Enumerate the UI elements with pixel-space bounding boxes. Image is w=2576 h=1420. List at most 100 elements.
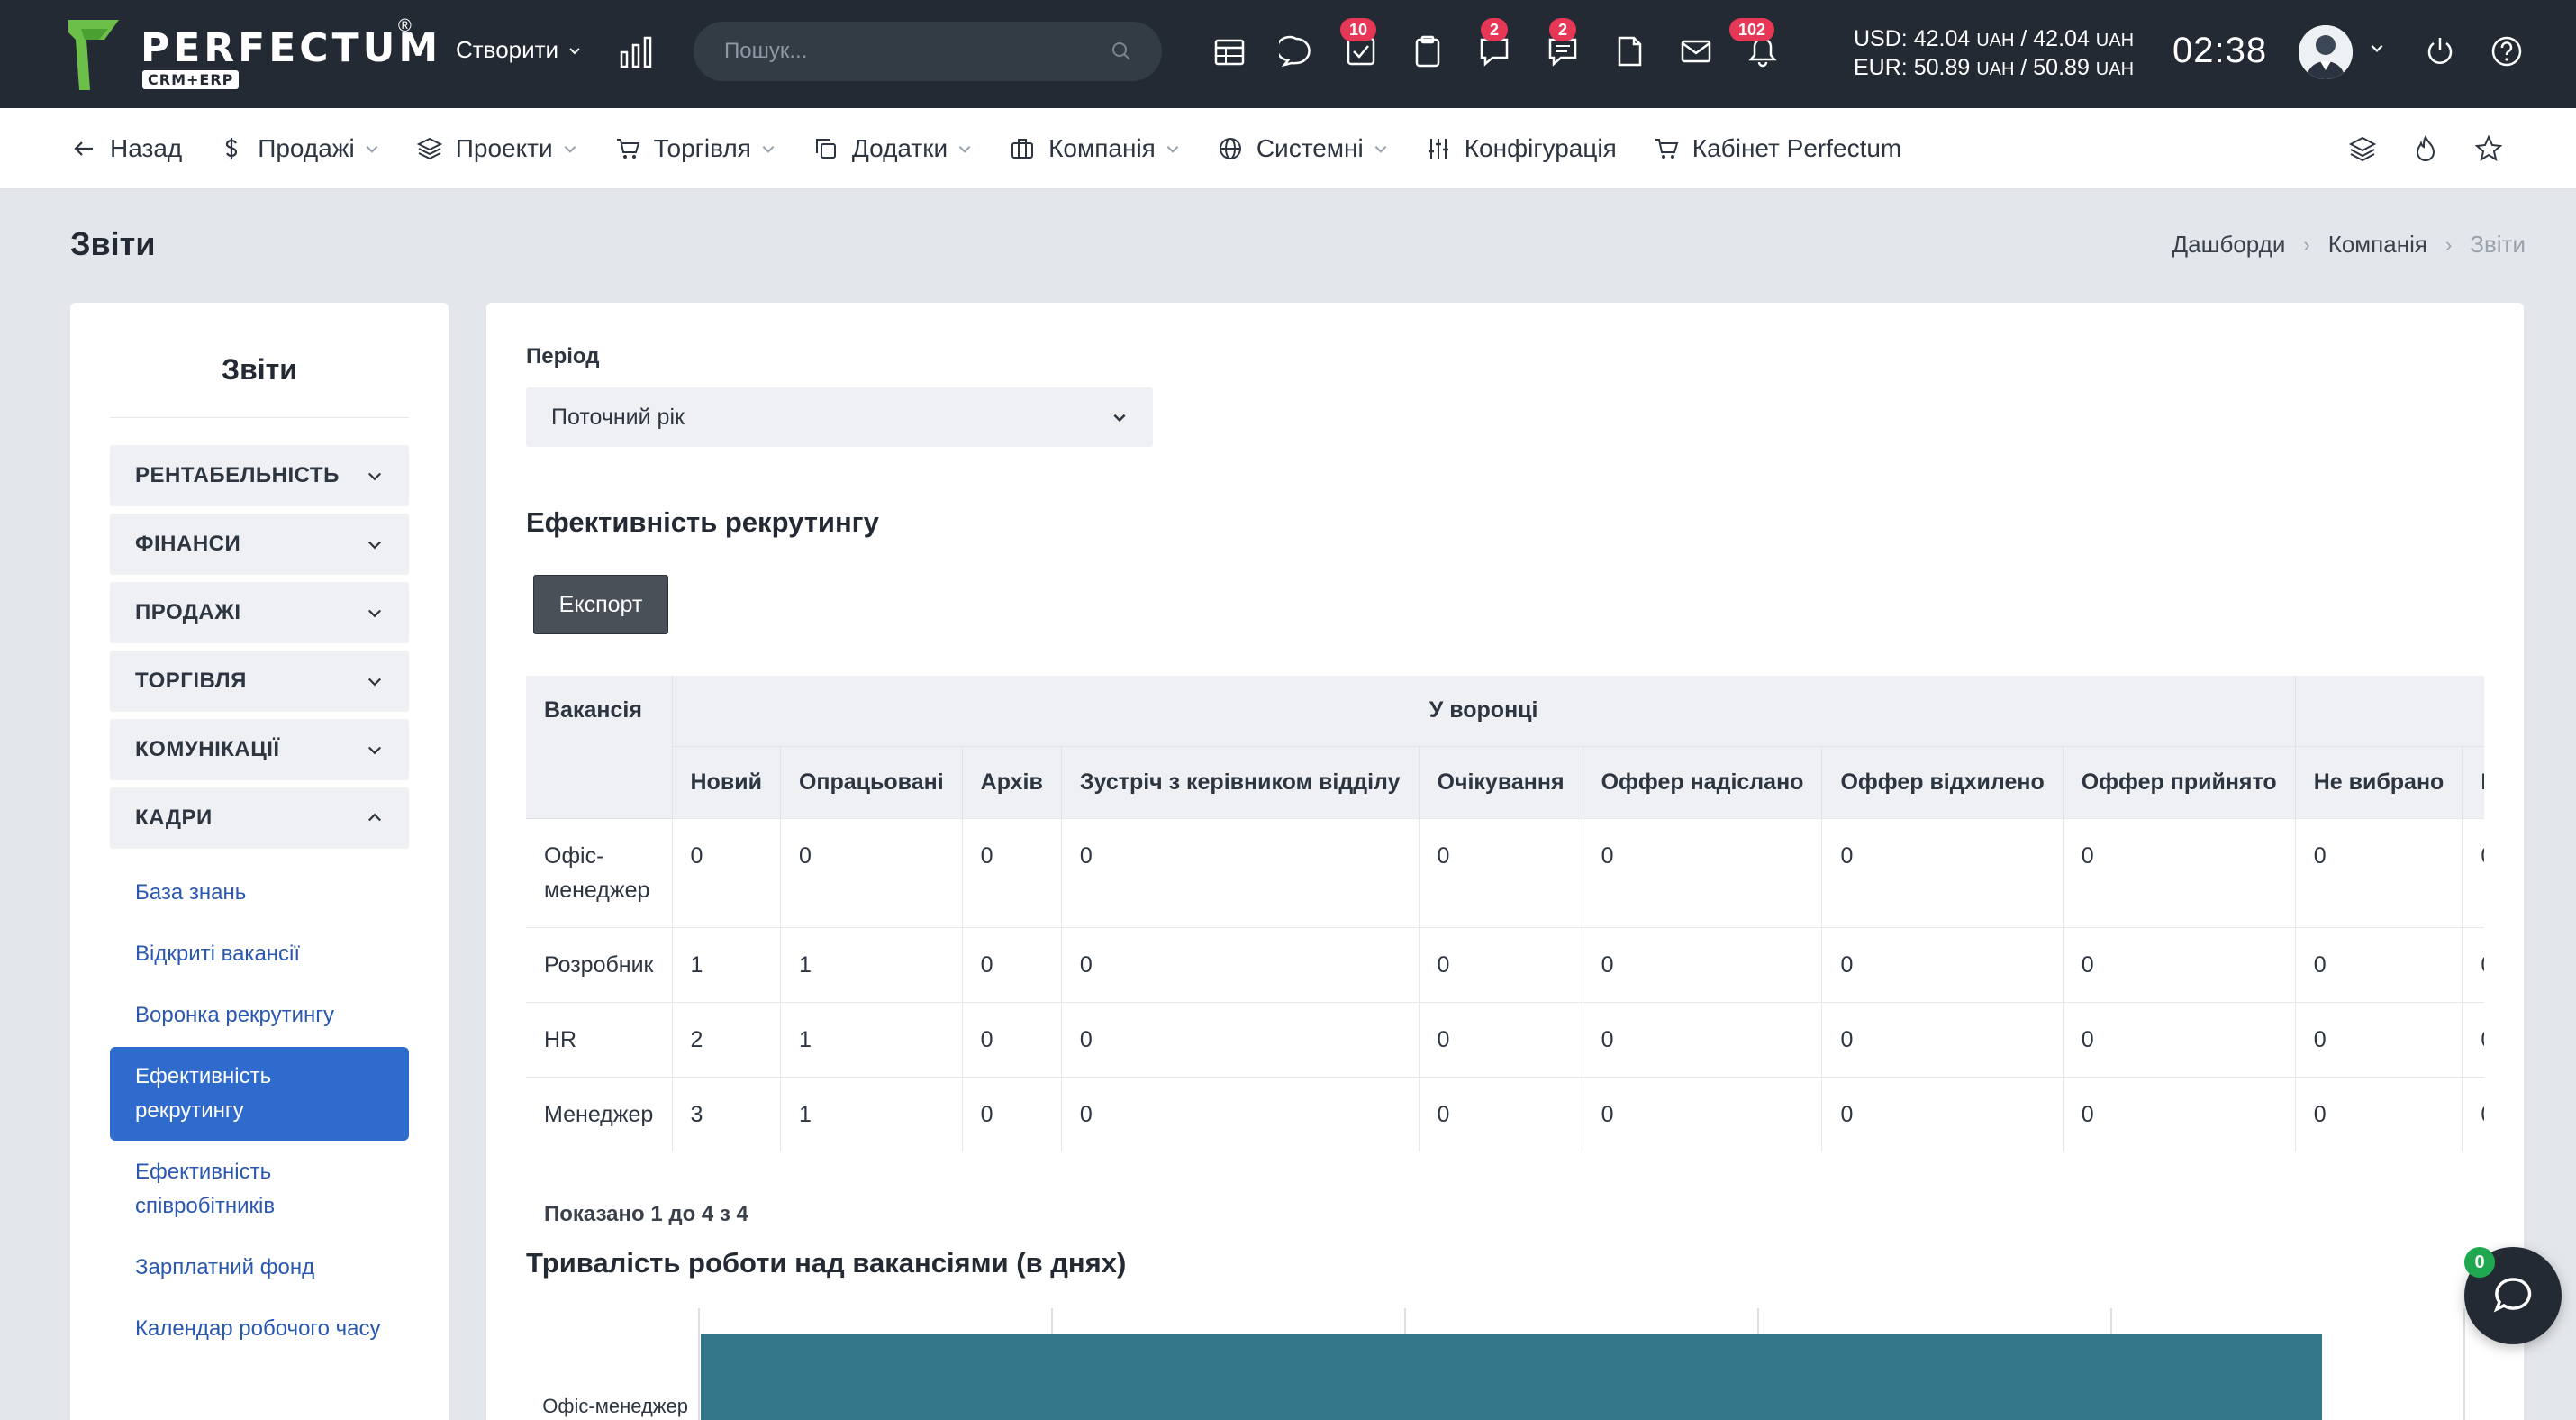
breadcrumb-current: Звіти: [2470, 231, 2526, 258]
col-archive[interactable]: Архів: [962, 746, 1062, 818]
briefcase-icon: [1011, 138, 1034, 159]
nav-config[interactable]: Конфігурація: [1425, 134, 1617, 163]
period-select-value: Поточний рік: [551, 404, 685, 430]
discussion-button[interactable]: 2: [1477, 18, 1513, 70]
chart-bar[interactable]: [701, 1334, 2322, 1420]
sidebar-link-knowledge-base[interactable]: База знань: [110, 863, 409, 923]
col-waiting[interactable]: Очікування: [1419, 746, 1583, 818]
clipboard-button[interactable]: [1410, 34, 1447, 70]
col-vacancy[interactable]: Вакансія: [526, 676, 673, 819]
messages-button[interactable]: 2: [1546, 18, 1582, 70]
nav-company[interactable]: Компанія: [1009, 134, 1181, 163]
cell-count: 0: [1419, 817, 1583, 927]
sidebar-group-label: КАДРИ: [135, 806, 213, 830]
sidebar-group-communications[interactable]: КОМУНІКАЦІЇ: [110, 719, 409, 780]
cell-count: 0: [1583, 1001, 1823, 1077]
calendar-table-button[interactable]: [1212, 34, 1248, 70]
sidebar-group-label: ПРОДАЖІ: [135, 600, 241, 624]
table-row: Офіс-менеджер0000000000: [526, 817, 2484, 927]
col-offer-rejected[interactable]: Оффер відхилено: [1821, 746, 2064, 818]
nav-projects[interactable]: Проекти: [416, 134, 578, 163]
sidebar-link-payroll[interactable]: Зарплатний фонд: [110, 1238, 409, 1297]
chevron-down-icon: [366, 145, 378, 153]
sidebar-group-trade[interactable]: ТОРГІВЛЯ: [110, 651, 409, 712]
cell-count: 0: [1419, 1001, 1583, 1077]
avatar[interactable]: [2299, 25, 2353, 79]
chevron-down-icon[interactable]: [2369, 40, 2385, 56]
cell-vacancy-name: HR: [526, 1001, 673, 1077]
create-button[interactable]: Створити: [456, 36, 582, 64]
cell-count: 0: [1061, 926, 1420, 1002]
sidebar-group-sales[interactable]: ПРОДАЖІ: [110, 582, 409, 643]
layers-icon[interactable]: [2347, 133, 2378, 164]
nav-addons[interactable]: Додатки: [812, 134, 973, 163]
col-not-selected[interactable]: Не вибрано: [2295, 746, 2463, 818]
export-button[interactable]: Експорт: [533, 575, 668, 634]
col-new[interactable]: Новий: [672, 746, 781, 818]
search-box: [694, 22, 1162, 81]
logo-reg: ®: [398, 16, 412, 36]
sidebar-link-open-vacancies[interactable]: Відкриті вакансії: [110, 924, 409, 984]
sidebar-link-work-calendar[interactable]: Календар робочого часу: [110, 1299, 409, 1359]
search-icon[interactable]: [1111, 41, 1131, 61]
tasks-button[interactable]: 10: [1340, 18, 1380, 70]
document-icon: [1618, 36, 1642, 67]
logo[interactable]: PERFECTUM ® CRM+ERP: [68, 16, 438, 92]
tasks-badge: 10: [1340, 18, 1377, 41]
nav-cabinet[interactable]: Кабінет Perfectum: [1653, 134, 1901, 163]
cell-count: 0: [1061, 1076, 1420, 1151]
cell-count: 0: [1583, 817, 1823, 927]
sidebar-group-finance[interactable]: ФІНАНСИ: [110, 514, 409, 575]
cell-vacancy-name: Менеджер: [526, 1076, 673, 1151]
search-input[interactable]: [724, 39, 1111, 64]
col-processed[interactable]: Опрацьовані: [780, 746, 963, 818]
notifications-badge: 102: [1729, 18, 1775, 41]
notifications-button[interactable]: 102: [1729, 18, 1782, 70]
mail-icon: [1681, 40, 1711, 63]
logout-button[interactable]: [2423, 34, 2459, 70]
chart-category-label: Офіс-менеджер: [542, 1395, 688, 1417]
nav-system-label: Системні: [1256, 133, 1364, 162]
chevron-down-icon: [367, 678, 382, 687]
reports-chart-button[interactable]: [618, 36, 654, 68]
help-circle-icon: [2491, 36, 2522, 67]
sidebar-link-recruiting-efficiency[interactable]: Ефективність рекрутингу: [110, 1047, 409, 1141]
breadcrumb-company[interactable]: Компанія: [2328, 231, 2427, 259]
nav-sales[interactable]: Продажі: [218, 134, 380, 163]
sidebar-group-label: РЕНТАБЕЛЬНІСТЬ: [135, 463, 340, 487]
cell-count: 0: [1061, 1001, 1420, 1077]
col-meeting[interactable]: Зустріч з керівником відділу: [1061, 746, 1420, 818]
pagination-info: Показано 1 до 4 з 4: [544, 1202, 748, 1226]
col-offer-sent[interactable]: Оффер надіслано: [1583, 746, 1823, 818]
col-offer-accepted[interactable]: Оффер прийнято: [2063, 746, 2296, 818]
nav-sales-label: Продажі: [258, 133, 355, 162]
sidebar-group-hr[interactable]: КАДРИ: [110, 787, 409, 849]
sidebar-menu: РЕНТАБЕЛЬНІСТЬ ФІНАНСИ ПРОДАЖІ ТОРГІВЛЯ …: [70, 418, 449, 1359]
sidebar-link-employee-efficiency[interactable]: Ефективність співробітників: [110, 1142, 409, 1236]
table-body: Офіс-менеджер0000000000Розробник11000000…: [526, 817, 2484, 1151]
top-bar: PERFECTUM ® CRM+ERP Створити 10 2 2: [0, 0, 2576, 108]
table-subheader-row: Новий Опрацьовані Архів Зустріч з керівн…: [526, 746, 2484, 818]
breadcrumb-dashboards[interactable]: Дашборди: [2172, 231, 2286, 259]
copy-icon: [815, 138, 836, 159]
cell-count: 0: [2295, 1076, 2463, 1151]
nav-back[interactable]: Назад: [70, 134, 182, 163]
star-icon[interactable]: [2473, 133, 2504, 164]
nav-system[interactable]: Системні: [1217, 134, 1389, 163]
breadcrumb-separator: ›: [2303, 232, 2310, 256]
nav-trade[interactable]: Торгівля: [614, 134, 776, 163]
cell-count: 0: [2295, 926, 2463, 1002]
col-truncated[interactable]: Не: [2462, 746, 2484, 818]
fire-icon[interactable]: [2410, 133, 2441, 164]
live-chat-badge: 0: [2464, 1247, 2495, 1278]
period-select[interactable]: Поточний рік: [526, 387, 1153, 447]
sidebar-group-profitability[interactable]: РЕНТАБЕЛЬНІСТЬ: [110, 445, 409, 506]
documents-button[interactable]: [1612, 34, 1648, 70]
help-button[interactable]: [2490, 34, 2526, 70]
sidebar-link-recruiting-funnel[interactable]: Воронка рекрутингу: [110, 986, 409, 1045]
chat-button[interactable]: [1275, 34, 1315, 70]
mail-button[interactable]: [1679, 34, 1715, 70]
report-card: Період Поточний рік Ефективність рекрути…: [486, 303, 2524, 1420]
period-label: Період: [526, 344, 600, 369]
cell-count: 0: [1821, 1076, 2064, 1151]
